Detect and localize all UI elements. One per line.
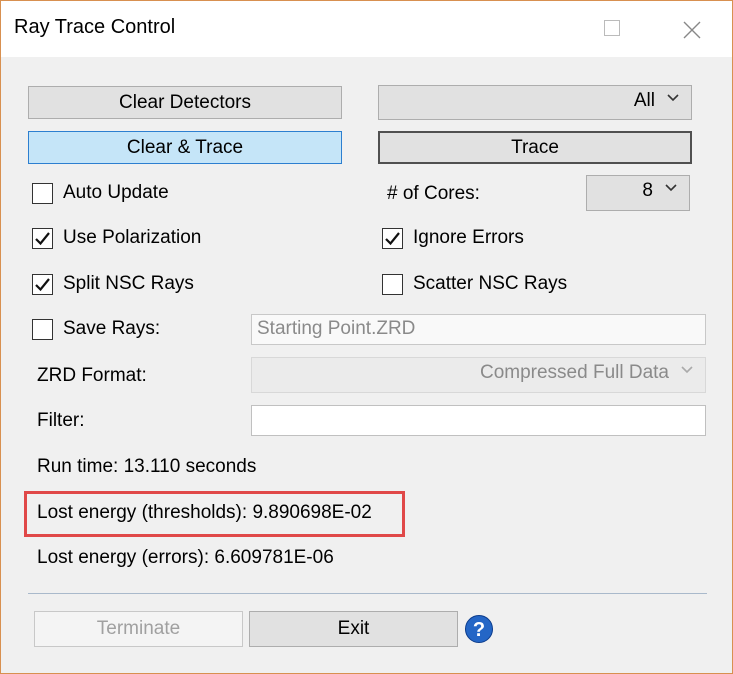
chevron-down-icon	[667, 90, 679, 107]
save-rays-filename-input[interactable]: Starting Point.ZRD	[251, 314, 706, 345]
auto-update-checkbox[interactable]	[32, 183, 53, 204]
save-rays-filename-value: Starting Point.ZRD	[257, 318, 416, 339]
clear-detectors-button[interactable]: Clear Detectors	[28, 86, 342, 119]
trace-button[interactable]: Trace	[378, 131, 692, 164]
zrd-format-select[interactable]: Compressed Full Data	[251, 357, 706, 393]
lost-energy-thresholds-text: Lost energy (thresholds): 9.890698E-02	[37, 502, 372, 523]
zrd-format-value: Compressed Full Data	[479, 362, 669, 383]
detector-select-value: All	[633, 90, 655, 111]
chevron-down-icon	[665, 180, 677, 197]
split-nsc-rays-label: Split NSC Rays	[63, 273, 194, 294]
chevron-down-icon	[681, 362, 693, 379]
auto-update-label: Auto Update	[63, 182, 169, 203]
run-time-text: Run time: 13.110 seconds	[37, 456, 257, 477]
scatter-nsc-rays-checkbox[interactable]	[382, 274, 403, 295]
help-icon[interactable]: ?	[465, 615, 493, 643]
divider	[28, 593, 707, 594]
save-rays-label: Save Rays:	[63, 318, 161, 339]
ignore-errors-checkbox[interactable]	[382, 228, 403, 249]
clear-and-trace-button[interactable]: Clear & Trace	[28, 131, 342, 164]
maximize-icon[interactable]	[604, 20, 620, 36]
use-polarization-label: Use Polarization	[63, 227, 202, 248]
title-bar: Ray Trace Control	[1, 1, 732, 57]
cores-select[interactable]: 8	[586, 175, 690, 211]
window-title: Ray Trace Control	[14, 16, 176, 38]
ray-trace-control-window: Ray Trace Control Clear Detectors All Cl…	[0, 0, 733, 674]
exit-button[interactable]: Exit	[249, 611, 458, 647]
terminate-button[interactable]: Terminate	[34, 611, 243, 647]
zrd-format-label: ZRD Format:	[37, 365, 147, 386]
split-nsc-rays-checkbox[interactable]	[32, 274, 53, 295]
filter-input[interactable]	[251, 405, 706, 436]
minimize-icon[interactable]	[524, 15, 554, 45]
scatter-nsc-rays-label: Scatter NSC Rays	[413, 273, 568, 294]
lost-energy-errors-text: Lost energy (errors): 6.609781E-06	[37, 547, 334, 568]
cores-label: # of Cores:	[387, 183, 480, 204]
detector-select[interactable]: All	[378, 85, 692, 120]
save-rays-checkbox[interactable]	[32, 319, 53, 340]
filter-label: Filter:	[37, 410, 85, 431]
close-icon[interactable]	[677, 15, 707, 45]
ignore-errors-label: Ignore Errors	[413, 227, 524, 248]
cores-select-value: 8	[642, 180, 653, 201]
use-polarization-checkbox[interactable]	[32, 228, 53, 249]
